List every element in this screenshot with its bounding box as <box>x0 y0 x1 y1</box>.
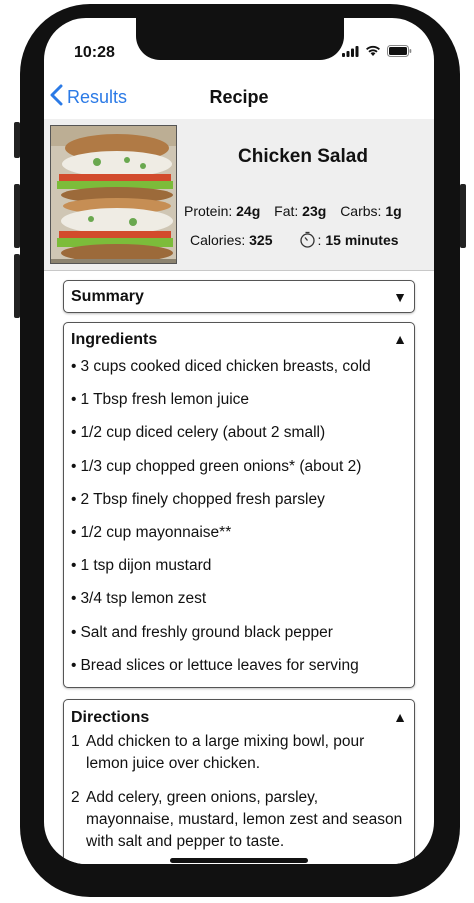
recipe-name: Chicken Salad <box>238 146 368 167</box>
timer-icon <box>299 231 316 248</box>
directions-list: 1 Add chicken to a large mixing bowl, pou… <box>71 731 406 864</box>
recipe-header: Chicken Salad Protein: 24g Fat: 23g Carb… <box>44 119 434 271</box>
list-item: • Salt and freshly ground black pepper <box>71 623 333 641</box>
signal-icon <box>342 44 359 62</box>
power-button <box>460 184 466 248</box>
wifi-icon <box>365 44 381 62</box>
summary-dropdown[interactable]: Summary ▼ <box>63 280 415 313</box>
navigation-bar: Results Recipe <box>44 78 434 118</box>
directions-panel: Directions ▲ 1 Add chicken to a large mix… <box>63 699 415 864</box>
list-item: • 1 tsp dijon mustard <box>71 557 212 575</box>
list-item: • 1/3 cup chopped green onions* (about 2) <box>71 457 362 475</box>
carbs-value: 1g <box>385 203 402 219</box>
fat-value: 23g <box>302 203 327 219</box>
triangle-up-icon[interactable]: ▲ <box>393 331 407 347</box>
list-item: • 1/2 cup diced celery (about 2 small) <box>71 424 326 442</box>
carbs-label: Carbs: <box>340 203 382 219</box>
nutrition-row: Protein: 24g Fat: 23g Carbs: 1g <box>184 203 402 219</box>
ingredients-list: • 3 cups cooked diced chicken breasts, co… <box>71 358 410 690</box>
home-indicator[interactable] <box>170 858 308 863</box>
nav-title: Recipe <box>209 87 269 107</box>
list-item: • 1 Tbsp fresh lemon juice <box>71 391 250 409</box>
direction-step: 2 Add celery, green onions, parsley, mayo… <box>71 789 403 850</box>
screen: 10:28 Results Recipe Chicken Salad Prote… <box>44 18 434 864</box>
notch <box>136 18 344 60</box>
triangle-up-icon[interactable]: ▲ <box>393 709 407 725</box>
calories-value: 325 <box>249 231 273 248</box>
recipe-content: Summary ▼ Ingredients ▲ • 3 cups cooked d… <box>63 280 415 864</box>
summary-title: Summary <box>71 288 144 305</box>
status-time: 10:28 <box>74 44 115 61</box>
battery-icon <box>387 44 412 62</box>
direction-step: 1 Add chicken to a large mixing bowl, pou… <box>71 733 365 772</box>
protein-value: 24g <box>236 203 261 219</box>
fat-label: Fat: <box>274 203 299 219</box>
recipe-photo <box>50 125 177 264</box>
calories-time-row: Calories: 325 : 15 minutes <box>190 231 399 248</box>
time-separator: : <box>317 231 322 248</box>
directions-title: Directions <box>71 709 150 726</box>
triangle-down-icon: ▼ <box>393 289 407 305</box>
volume-up-button <box>14 184 20 248</box>
ingredients-title: Ingredients <box>71 331 158 348</box>
volume-down-button <box>14 254 20 318</box>
list-item: • 3 cups cooked diced chicken breasts, co… <box>71 358 371 375</box>
list-item: • 3/4 tsp lemon zest <box>71 590 207 608</box>
status-icons <box>342 44 412 62</box>
calories-label: Calories: <box>190 231 246 248</box>
list-item: • 1/2 cup mayonnaise** <box>71 523 232 541</box>
mute-switch <box>14 122 20 158</box>
protein-label: Protein: <box>184 203 233 219</box>
time-value: 15 minutes <box>325 231 399 248</box>
list-item: • Bread slices or lettuce leaves for serv… <box>71 656 359 674</box>
list-item: • 2 Tbsp finely chopped fresh parsley <box>71 490 325 508</box>
ingredients-panel: Ingredients ▲ • 3 cups cooked diced chick… <box>63 322 415 688</box>
